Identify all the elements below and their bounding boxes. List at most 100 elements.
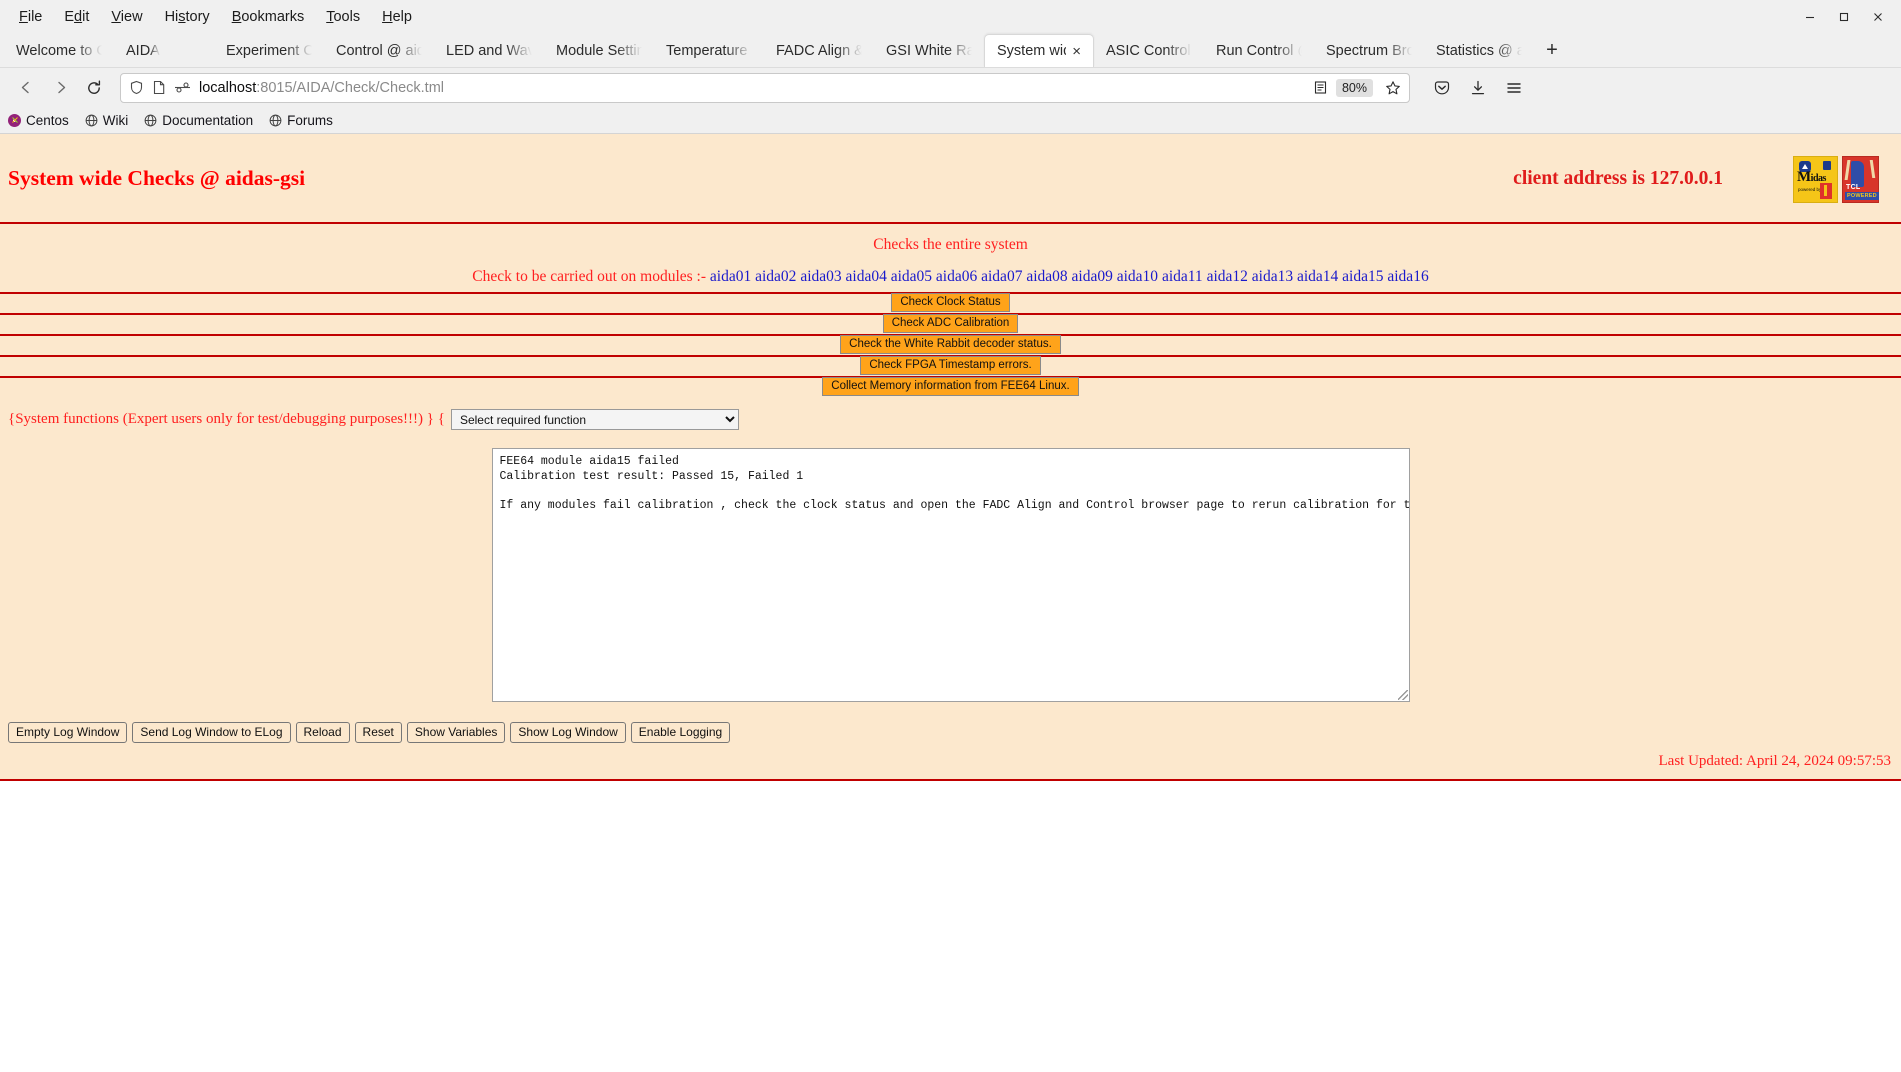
check-adc-calibration-button[interactable]: Check ADC Calibration — [882, 314, 1019, 333]
check-row-fpga: Check FPGA Timestamp errors. — [0, 355, 1901, 376]
bookmark-label: Centos — [26, 112, 69, 128]
enable-logging-button[interactable]: Enable Logging — [630, 722, 731, 743]
close-icon[interactable] — [1861, 4, 1895, 30]
bookmark-wiki[interactable]: Wiki — [85, 112, 129, 128]
tab-fadc-align[interactable]: FADC Align & Co — [764, 34, 874, 67]
check-clock-status-button[interactable]: Check Clock Status — [891, 293, 1010, 312]
tab-asic-control[interactable]: ASIC Control @ a — [1094, 34, 1204, 67]
system-functions-row: {System functions (Expert users only for… — [0, 397, 1901, 438]
zoom-level-badge[interactable]: 80% — [1335, 78, 1373, 97]
bookmarks-bar: Centos Wiki Documentation Forums — [0, 107, 1901, 134]
action-button-row: Empty Log Window Send Log Window to ELog… — [0, 702, 1901, 743]
tcl-powered-logo-icon: TCL POWERED — [1842, 156, 1879, 203]
permissions-icon[interactable] — [174, 81, 191, 94]
menu-bar: File Edit View History Bookmarks Tools H… — [0, 0, 1901, 33]
modules-prefix: Check to be carried out on modules :- — [472, 268, 707, 285]
hamburger-menu-icon[interactable] — [1498, 73, 1530, 103]
maximize-icon[interactable] — [1827, 4, 1861, 30]
module-link-aida06[interactable]: aida06 — [936, 268, 977, 285]
menu-edit[interactable]: Edit — [53, 6, 100, 28]
show-log-window-button[interactable]: Show Log Window — [510, 722, 626, 743]
url-text[interactable]: localhost:8015/AIDA/Check/Check.tml — [199, 80, 1305, 96]
tab-control[interactable]: Control @ aidas- — [324, 34, 434, 67]
client-address: client address is 127.0.0.1 — [1513, 168, 1723, 189]
reader-view-icon[interactable] — [1313, 80, 1328, 95]
bookmark-documentation[interactable]: Documentation — [144, 113, 253, 128]
module-link-aida13[interactable]: aida13 — [1252, 268, 1293, 285]
minimize-icon[interactable] — [1793, 4, 1827, 30]
pocket-icon[interactable] — [1426, 73, 1458, 103]
tab-strip: Welcome to Cent AIDA Experiment Contr Co… — [0, 33, 1901, 67]
tab-temperature[interactable]: Temperature and — [654, 34, 764, 67]
forward-arrow-icon[interactable] — [44, 73, 76, 103]
module-link-aida12[interactable]: aida12 — [1207, 268, 1248, 285]
module-link-aida01[interactable]: aida01 — [710, 268, 751, 285]
star-icon[interactable] — [1385, 80, 1401, 96]
reset-button[interactable]: Reset — [354, 722, 402, 743]
tab-spectrum-browser[interactable]: Spectrum Browse — [1314, 34, 1424, 67]
log-window-textarea[interactable]: FEE64 module aida15 failed Calibration t… — [491, 448, 1410, 702]
menu-tools[interactable]: Tools — [315, 6, 371, 28]
module-link-aida09[interactable]: aida09 — [1072, 268, 1113, 285]
tab-statistics[interactable]: Statistics @ aidas — [1424, 34, 1534, 67]
footer-divider — [0, 779, 1901, 781]
globe-icon — [85, 114, 98, 127]
new-tab-button[interactable]: + — [1534, 34, 1570, 67]
tab-aida[interactable]: AIDA — [114, 34, 214, 67]
module-links: aida01 aida02 aida03 aida04 aida05 aida0… — [710, 268, 1429, 285]
module-link-aida03[interactable]: aida03 — [800, 268, 841, 285]
collect-memory-information-button[interactable]: Collect Memory information from FEE64 Li… — [822, 377, 1079, 396]
menu-help[interactable]: Help — [371, 6, 423, 28]
module-link-aida02[interactable]: aida02 — [755, 268, 796, 285]
back-arrow-icon[interactable] — [10, 73, 42, 103]
menu-file[interactable]: File — [8, 6, 53, 28]
module-link-aida10[interactable]: aida10 — [1117, 268, 1158, 285]
module-link-aida15[interactable]: aida15 — [1342, 268, 1383, 285]
module-link-aida07[interactable]: aida07 — [981, 268, 1022, 285]
module-link-aida11[interactable]: aida11 — [1162, 268, 1203, 285]
reload-icon[interactable] — [78, 73, 110, 103]
page-viewport: System wide Checks @ aidas-gsi client ad… — [0, 134, 1901, 1072]
check-row-adc: Check ADC Calibration — [0, 313, 1901, 334]
menu-view[interactable]: View — [100, 6, 153, 28]
module-link-aida04[interactable]: aida04 — [846, 268, 887, 285]
shield-icon[interactable] — [129, 80, 144, 95]
tab-welcome-to-centos[interactable]: Welcome to Cent — [4, 34, 114, 67]
tab-close-icon[interactable]: × — [1072, 44, 1081, 59]
bookmark-centos[interactable]: Centos — [8, 113, 69, 128]
download-icon[interactable] — [1462, 73, 1494, 103]
globe-icon — [144, 114, 157, 127]
empty-log-window-button[interactable]: Empty Log Window — [8, 722, 128, 743]
tab-system-wide-checks[interactable]: System wide C × — [984, 34, 1094, 67]
navigation-toolbar: localhost:8015/AIDA/Check/Check.tml 80% — [0, 67, 1901, 107]
page-header: System wide Checks @ aidas-gsi client ad… — [0, 134, 1901, 212]
browser-window: File Edit View History Bookmarks Tools H… — [0, 0, 1901, 1072]
reload-button[interactable]: Reload — [295, 722, 350, 743]
module-link-aida08[interactable]: aida08 — [1026, 268, 1067, 285]
tab-module-settings[interactable]: Module Settings — [544, 34, 654, 67]
system-functions-label: {System functions (Expert users only for… — [8, 411, 445, 427]
bookmark-label: Wiki — [102, 112, 129, 128]
tab-experiment-control[interactable]: Experiment Contr — [214, 34, 324, 67]
bookmark-label: Forums — [287, 112, 333, 128]
system-function-select[interactable]: Select required function — [450, 409, 739, 430]
menu-history[interactable]: History — [154, 6, 221, 28]
modules-line: Check to be carried out on modules :- ai… — [0, 258, 1901, 292]
tab-gsi-white-rabbit[interactable]: GSI White Rabbit — [874, 34, 984, 67]
check-white-rabbit-decoder-button[interactable]: Check the White Rabbit decoder status. — [840, 335, 1061, 354]
module-link-aida14[interactable]: aida14 — [1297, 268, 1338, 285]
page-icon[interactable] — [152, 80, 166, 95]
show-variables-button[interactable]: Show Variables — [406, 722, 506, 743]
check-fpga-timestamp-errors-button[interactable]: Check FPGA Timestamp errors. — [860, 356, 1041, 375]
menu-bookmarks[interactable]: Bookmarks — [221, 6, 316, 28]
centos-logo-icon — [8, 113, 21, 127]
address-bar[interactable]: localhost:8015/AIDA/Check/Check.tml 80% — [120, 72, 1410, 103]
tab-run-control[interactable]: Run Control @ ai — [1204, 34, 1314, 67]
last-updated-text: Last Updated: April 24, 2024 09:57:53 — [1658, 753, 1891, 769]
tab-led-and-waveform[interactable]: LED and Wavefor — [434, 34, 544, 67]
module-link-aida16[interactable]: aida16 — [1387, 268, 1428, 285]
send-log-window-to-elog-button[interactable]: Send Log Window to ELog — [132, 722, 291, 743]
page-title: System wide Checks @ aidas-gsi — [8, 166, 306, 190]
bookmark-forums[interactable]: Forums — [269, 113, 333, 128]
module-link-aida05[interactable]: aida05 — [891, 268, 932, 285]
